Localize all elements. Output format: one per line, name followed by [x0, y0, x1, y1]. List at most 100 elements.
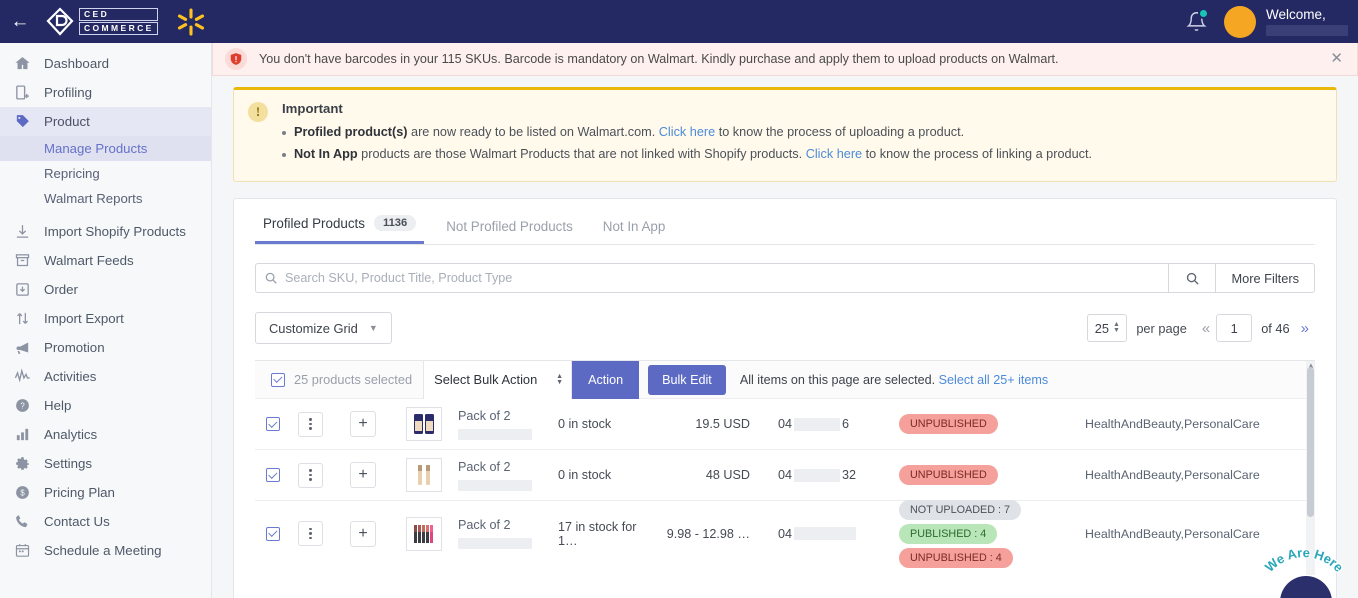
row-menu-cell — [298, 411, 350, 437]
important-bullet-1-bold: Profiled product(s) — [294, 125, 408, 139]
row-kebab-menu-icon[interactable] — [298, 521, 323, 546]
row-expand-plus-icon[interactable]: + — [350, 462, 376, 488]
sidebar-item-activities[interactable]: Activities — [0, 362, 211, 391]
table-row[interactable]: + Pack of 2 17 in stock for 1… 9.98 - 12… — [255, 499, 1315, 568]
important-bullet-1-end: to know the process of uploading a produ… — [715, 125, 965, 139]
tab-not-in-app[interactable]: Not In App — [595, 219, 674, 244]
sidebar-label-order: Order — [44, 282, 78, 297]
sidebar-item-analytics[interactable]: Analytics — [0, 420, 211, 449]
exclamation-circle-icon: ! — [248, 102, 268, 122]
sidebar-item-dashboard[interactable]: Dashboard — [0, 49, 211, 78]
bulk-action-select[interactable]: Select Bulk Action ▲ ▼ — [424, 361, 573, 399]
sidebar-label-pricing-plan: Pricing Plan — [44, 485, 115, 500]
select-all-checkbox[interactable] — [271, 372, 285, 387]
logo-text-ced: CED — [79, 8, 158, 21]
page-number-input[interactable]: 1 — [1216, 314, 1253, 342]
sidebar-label-import-shopify-products: Import Shopify Products — [44, 224, 186, 239]
back-arrow-icon[interactable]: ← — [0, 0, 40, 43]
important-bullet-1-link[interactable]: Click here — [659, 125, 715, 139]
sidebar-item-import-export[interactable]: Import Export — [0, 304, 211, 333]
row-menu-cell — [298, 462, 350, 488]
arrows-updown-icon — [14, 310, 40, 327]
user-avatar[interactable] — [1224, 5, 1256, 38]
sidebar-item-contact-us[interactable]: Contact Us — [0, 507, 211, 536]
important-bullet-2-mid: products are those Walmart Products that… — [357, 147, 806, 161]
row-title-cell: Pack of 2 — [458, 518, 546, 549]
sidebar-item-walmart-feeds[interactable]: Walmart Feeds — [0, 246, 211, 275]
sidebar-item-pricing-plan[interactable]: $ Pricing Plan — [0, 478, 211, 507]
products-grid: 25 products selected Select Bulk Action … — [255, 360, 1315, 575]
row-title: Pack of 2 — [458, 408, 511, 423]
grid-scrollbar[interactable]: ▲ — [1306, 361, 1315, 575]
row-stock: 0 in stock — [558, 468, 612, 482]
notification-bell-icon[interactable] — [1174, 0, 1218, 43]
barcode-warning-text: You don't have barcodes in your 115 SKUs… — [259, 52, 1059, 66]
search-icon — [264, 271, 278, 285]
sidebar-sublabel-manage-products: Manage Products — [44, 141, 148, 156]
bulk-edit-button[interactable]: Bulk Edit — [648, 364, 726, 395]
row-kebab-menu-icon[interactable] — [298, 462, 323, 488]
row-checkbox-cell — [266, 417, 298, 431]
dollar-circle-icon: $ — [14, 484, 40, 501]
row-checkbox[interactable] — [266, 526, 280, 541]
row-checkbox[interactable] — [266, 417, 280, 431]
sidebar-label-activities: Activities — [44, 369, 97, 384]
sidebar-item-promotion[interactable]: Promotion — [0, 333, 211, 362]
sidebar-subitem-manage-products[interactable]: Manage Products — [0, 136, 211, 161]
next-page-button[interactable]: » — [1295, 320, 1315, 337]
tab-profiled-products[interactable]: Profiled Products 1136 — [255, 215, 425, 244]
sidebar-item-settings[interactable]: Settings — [0, 449, 211, 478]
row-title-cell: Pack of 2 — [458, 460, 546, 491]
total-pages-label: of 46 — [1261, 320, 1290, 336]
more-filters-button[interactable]: More Filters — [1216, 263, 1315, 293]
sidebar-sublabel-repricing: Repricing — [44, 166, 100, 181]
main-content: You don't have barcodes in your 115 SKUs… — [212, 43, 1358, 598]
tab-label-profiled-products: Profiled Products — [263, 215, 365, 231]
sidebar-item-product[interactable]: Product — [0, 107, 211, 136]
username-redacted — [1266, 25, 1348, 36]
row-expand-plus-icon[interactable]: + — [350, 411, 376, 437]
walmart-spark-icon — [176, 7, 206, 37]
search-input-wrapper[interactable] — [255, 263, 1170, 293]
action-button[interactable]: Action — [572, 361, 640, 399]
prev-page-button[interactable]: « — [1196, 320, 1216, 337]
ced-commerce-logo[interactable]: CED COMMERCE — [44, 6, 158, 38]
sidebar-label-dashboard: Dashboard — [44, 56, 110, 71]
row-title: Pack of 2 — [458, 518, 511, 532]
search-input[interactable] — [285, 271, 1161, 285]
customize-grid-label: Customize Grid — [269, 320, 358, 336]
sidebar-subitem-walmart-reports[interactable]: Walmart Reports — [0, 186, 211, 211]
per-page-select[interactable]: 25 ▲ ▼ — [1087, 314, 1128, 342]
sidebar: Dashboard Profiling Product Manage Produ… — [0, 43, 212, 598]
row-sku: 04 — [750, 527, 885, 541]
row-expand-cell: + — [350, 520, 406, 547]
pulse-icon — [14, 368, 40, 385]
sidebar-subitem-repricing[interactable]: Repricing — [0, 161, 211, 186]
customize-grid-button[interactable]: Customize Grid ▼ — [255, 312, 392, 344]
row-expand-plus-icon[interactable]: + — [350, 520, 376, 547]
archive-icon — [14, 252, 40, 269]
table-row[interactable]: + Pack of 2 — [255, 450, 1315, 501]
important-bullet-2-link[interactable]: Click here — [806, 147, 862, 161]
tag-icon — [14, 113, 40, 130]
bulk-selection-note: All items on this page are selected. Sel… — [740, 373, 1048, 387]
per-page-stepper-icon: ▲ ▼ — [1112, 321, 1120, 334]
select-all-items-link[interactable]: Select all 25+ items — [939, 373, 1049, 387]
row-sku: 04 6 — [750, 417, 885, 431]
close-icon[interactable]: ✕ — [1330, 51, 1343, 67]
search-submit-button[interactable] — [1169, 263, 1217, 293]
sidebar-item-schedule-a-meeting[interactable]: Schedule a Meeting — [0, 536, 211, 565]
row-sku-suffix: 32 — [842, 468, 857, 482]
row-checkbox[interactable] — [266, 468, 280, 482]
sidebar-item-order[interactable]: Order — [0, 275, 211, 304]
order-box-icon — [14, 281, 40, 298]
tab-not-profiled-products[interactable]: Not Profiled Products — [438, 219, 581, 244]
grid-scrollbar-thumb[interactable] — [1307, 367, 1314, 517]
table-row[interactable]: + Pack of 2 — [255, 399, 1315, 450]
sidebar-item-profiling[interactable]: Profiling — [0, 78, 211, 107]
sidebar-item-import-shopify-products[interactable]: Import Shopify Products — [0, 217, 211, 246]
per-page-value: 25 — [1094, 320, 1109, 336]
important-bullet-1-mid: are now ready to be listed on Walmart.co… — [407, 125, 659, 139]
row-kebab-menu-icon[interactable] — [298, 411, 323, 437]
sidebar-item-help[interactable]: ? Help — [0, 391, 211, 420]
